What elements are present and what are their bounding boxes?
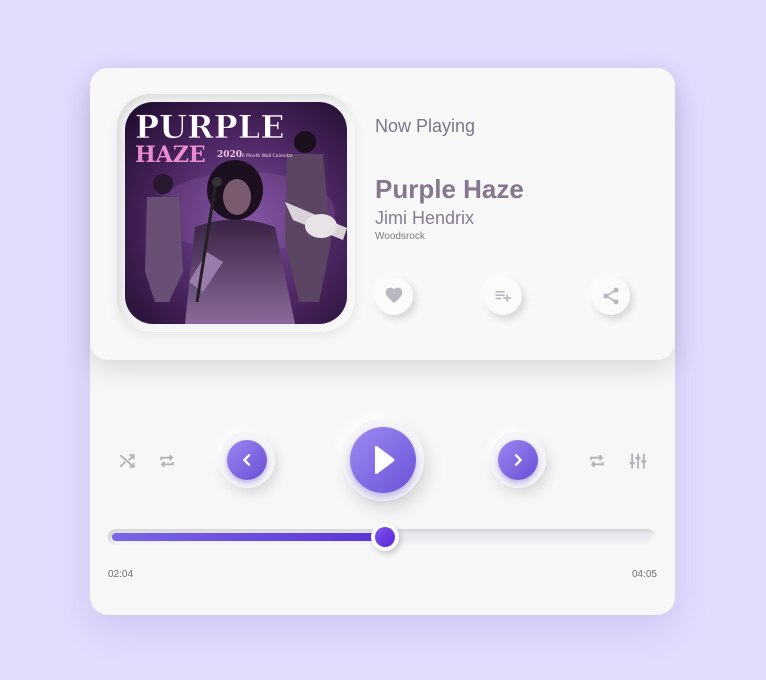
now-playing-panel: PURPLE HAZE 2020 16 Month Wall Calendar … (90, 68, 675, 360)
like-button[interactable] (375, 277, 413, 315)
add-to-queue-button[interactable] (484, 277, 522, 315)
equalizer-icon (629, 453, 647, 469)
album-art: PURPLE HAZE 2020 16 Month Wall Calendar (125, 102, 347, 324)
share-icon (603, 287, 619, 305)
progress-thumb[interactable] (371, 523, 399, 551)
previous-button[interactable] (219, 432, 275, 488)
album-art-frame: PURPLE HAZE 2020 16 Month Wall Calendar (117, 94, 355, 332)
playlist-add-icon (495, 291, 511, 302)
shuffle-button[interactable] (115, 449, 139, 473)
progress-fill (112, 533, 385, 541)
equalizer-button[interactable] (626, 449, 650, 473)
previous-button-face (227, 440, 267, 480)
progress-track[interactable] (108, 523, 656, 551)
play-button[interactable] (342, 419, 424, 501)
track-title: Purple Haze (375, 174, 524, 204)
repeat-mode-button[interactable] (585, 449, 609, 473)
cover-title-line2: HAZE (135, 142, 206, 168)
next-button-face (498, 440, 538, 480)
progress-thumb-dot (375, 527, 395, 547)
shuffle-icon (119, 454, 135, 468)
next-button[interactable] (490, 432, 546, 488)
repeat-button[interactable] (155, 449, 179, 473)
current-time: 02:04 (108, 569, 134, 580)
now-playing-label: Now Playing (375, 116, 476, 136)
chevron-left-icon (243, 454, 251, 466)
total-time: 04:05 (631, 569, 657, 580)
album-name: Woodsrock (375, 231, 425, 242)
repeat-icon (590, 454, 604, 468)
cover-subtitle: 16 Month Wall Calendar (239, 153, 293, 159)
heart-icon (385, 287, 403, 304)
artist-name: Jimi Hendrix (375, 208, 475, 228)
music-player-card: PURPLE HAZE 2020 16 Month Wall Calendar … (90, 68, 675, 615)
share-button[interactable] (592, 277, 630, 315)
play-icon (375, 445, 395, 475)
chevron-right-icon (514, 454, 522, 466)
cover-title-line1: PURPLE (135, 108, 285, 146)
play-button-face (350, 427, 416, 493)
repeat-icon (160, 454, 174, 468)
